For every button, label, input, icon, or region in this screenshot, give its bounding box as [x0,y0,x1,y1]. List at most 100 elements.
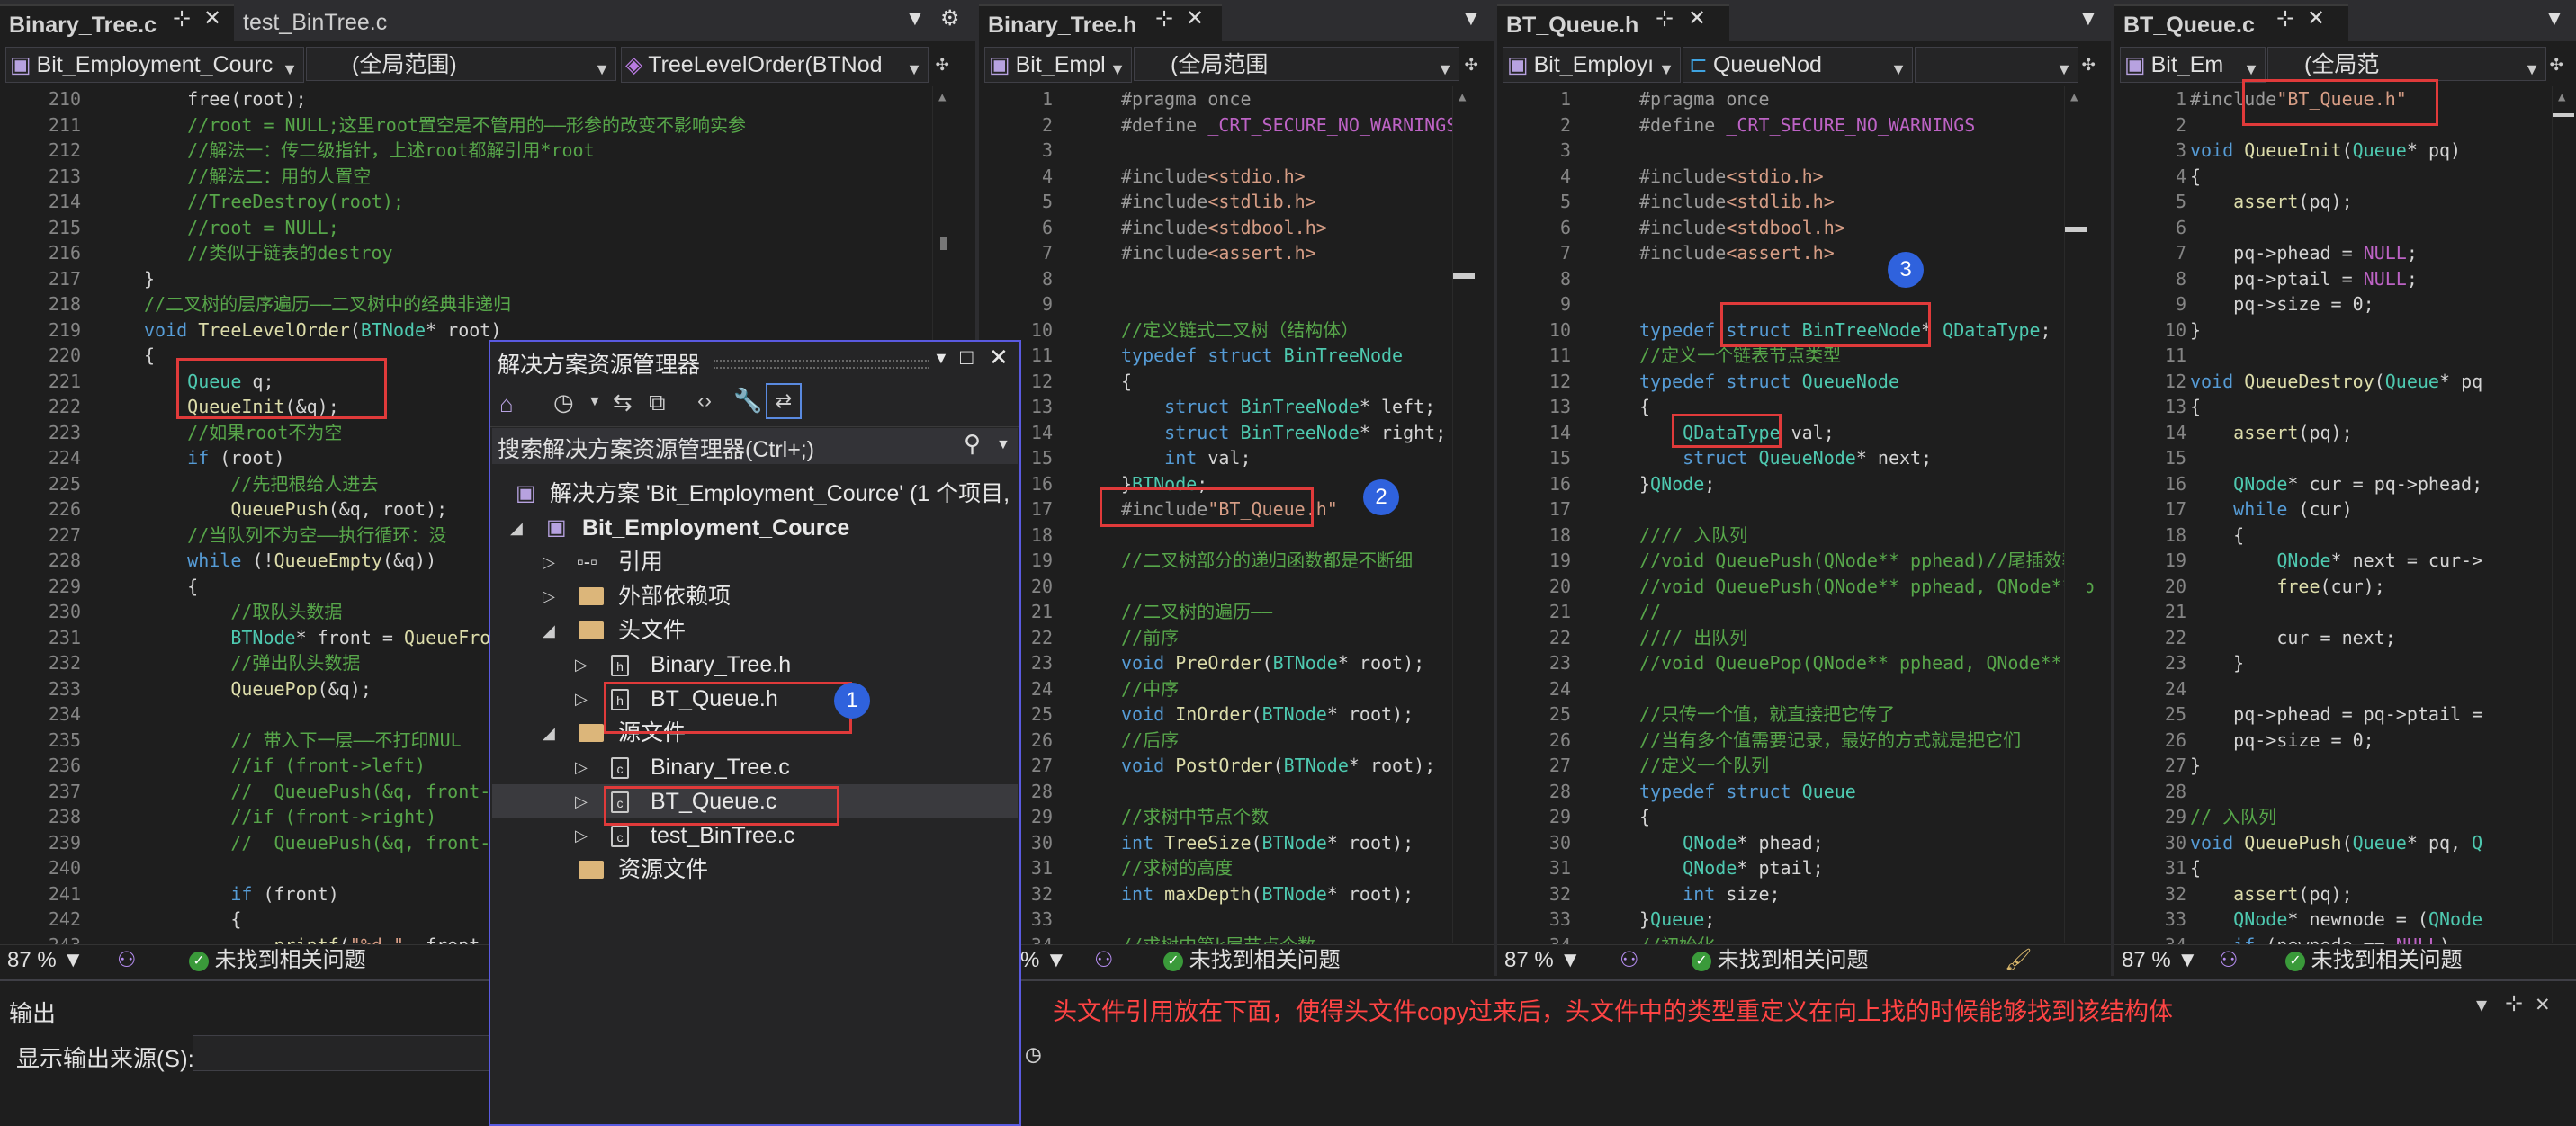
panel-pin-icon[interactable]: ⊹ [2505,990,2523,1015]
project-dropdown[interactable]: ▣ Bit_Empl ▼ [984,47,1132,83]
tree-headers-folder[interactable]: ◢ 头文件 [492,613,1018,648]
scope-dropdown[interactable]: (全局范围 ▼ [1134,47,1459,81]
collapsed-arrow-icon[interactable]: ▷ [575,818,588,853]
code-line[interactable]: //弹出队头数据 [144,650,360,676]
code-line[interactable]: { [1639,394,1650,420]
code-line[interactable]: } [2190,753,2201,779]
code-line[interactable]: if (front) [144,881,338,907]
scope-dropdown[interactable]: (全局范 ▼ [2267,47,2546,81]
code-line[interactable]: //二叉树部分的递归函数都是不断细 [1121,548,1413,574]
code-line[interactable]: //解法二：用的人置空 [144,164,371,190]
code-line[interactable]: } [144,266,155,292]
project-dropdown[interactable]: ▣ Bit_Em ▼ [2120,47,2266,83]
clock-icon[interactable]: ◷ [1026,1039,1041,1068]
code-line[interactable]: free(root); [144,86,306,112]
code-line[interactable]: //root = NULL;这里root置空是不管用的——形参的改变不影响实参 [144,112,746,139]
code-line[interactable]: //取队头数据 [144,599,342,625]
code-line[interactable]: { [1121,369,1132,395]
code-line[interactable]: #include<stdbool.h> [1121,215,1327,241]
code-line[interactable]: void TreeLevelOrder(BTNode* root) [144,317,501,344]
expanded-arrow-icon[interactable]: ◢ [543,716,555,750]
code-line[interactable]: { [2190,164,2201,190]
scroll-up-icon[interactable]: ▲ [2558,90,2565,104]
history-icon[interactable]: ◷ [553,389,574,416]
code-line[interactable]: #include<assert.h> [1639,240,1835,266]
se-maximize-icon[interactable]: □ [960,345,974,371]
code-line[interactable]: QNode* phead; [1639,830,1824,856]
scope-dropdown[interactable]: (全局范围) ▼ [306,47,616,81]
code-line[interactable]: //后序 [1121,728,1179,754]
code-line[interactable]: int size; [1639,881,1780,907]
search-icon[interactable]: ⚲ [964,430,981,458]
code-line[interactable]: //if (front->left) [144,753,426,779]
code-line[interactable]: }Queue; [1639,907,1715,933]
tree-external-deps[interactable]: ▷ 外部依赖项 [492,579,1018,613]
code-line[interactable]: //类似于链表的destroy [144,240,392,266]
code-line[interactable]: //只传一个值，就直接把它传了 [1639,702,1895,728]
code-line[interactable]: #include<stdio.h> [1121,164,1306,190]
code-line[interactable]: // QueuePush(&q, front-> [144,779,501,805]
code-line[interactable]: typedef struct QueueNode [1639,369,1899,395]
zoom-level[interactable]: 87 % ▼ [7,945,84,976]
code-line[interactable]: QNode* newnode = (QNode [2190,907,2482,933]
issues-status[interactable]: ✓ 未找到相关问题 [1692,945,1869,976]
vertical-scrollbar[interactable]: ▲ [2064,86,2087,943]
code-line[interactable]: assert(pq); [2190,189,2352,215]
code-line[interactable]: //if (front->right) [144,804,436,830]
code-line[interactable]: #include<stdio.h> [1639,164,1824,190]
code-line[interactable]: // 入队列 [2190,804,2276,830]
code-line[interactable]: // [1639,599,1661,625]
code-line[interactable]: while (cur) [2190,496,2352,523]
code-line[interactable]: printf("%d ", front-> [144,933,502,945]
tab-binary-tree-c[interactable]: Binary_Tree.c [0,4,234,44]
code-line[interactable]: assert(pq); [2190,881,2352,907]
collapsed-arrow-icon[interactable]: ▷ [575,750,588,784]
zoom-level[interactable]: 87 % ▼ [1504,945,1581,976]
close-icon[interactable]: ✕ [1688,5,1706,31]
tree-project[interactable]: ◢ ▣ Bit_Employment_Cource [492,511,1018,545]
code-line[interactable]: void QueueDestroy(Queue* pq [2190,369,2482,395]
code-line[interactable]: if (root) [144,445,284,471]
code-line[interactable]: BTNode* front = QueueFront [144,625,512,651]
chevron-down-icon[interactable]: ▼ [588,394,602,410]
code-line[interactable]: //定义一个队列 [1639,753,1769,779]
code-line[interactable]: void QueuePush(Queue* pq, Q [2190,830,2482,856]
code-line[interactable]: { [2190,523,2244,549]
tab-test-bintree-c[interactable]: test_BinTree.c [234,4,477,41]
code-line[interactable]: void InOrder(BTNode* root); [1121,702,1414,728]
scroll-up-icon[interactable]: ▲ [2070,90,2078,104]
code-line[interactable]: struct BinTreeNode* left; [1121,394,1435,420]
code-line[interactable]: //// 出队列 [1639,625,1747,651]
tree-references[interactable]: ▷ ▫-▫ 引用 [492,545,1018,579]
close-icon[interactable]: ✕ [1186,5,1204,31]
pin-icon[interactable]: ⊹ [173,5,191,31]
code-line[interactable]: //void QueuePop(QNode** pphead, QNode** … [1639,650,2084,676]
code-line[interactable]: #include<stdbool.h> [1639,215,1845,241]
close-icon[interactable]: ✕ [2307,5,2325,31]
zoom-level[interactable]: 87 % ▼ [2122,945,2198,976]
collapsed-arrow-icon[interactable]: ▷ [543,545,555,579]
preview-icon[interactable]: ⇄ [766,383,802,419]
code-line[interactable]: #pragma once [1121,86,1252,112]
code-line[interactable]: #include<stdlib.h> [1121,189,1316,215]
split-icon[interactable]: ✣ [2082,50,2095,76]
vertical-scrollbar[interactable]: ▲ [1452,86,1475,943]
code-line[interactable]: pq->phead = NULL; [2190,240,2418,266]
code-line[interactable]: QueuePop(&q); [144,676,372,702]
tree-file-binary-tree-c[interactable]: ▷ c Binary_Tree.c [492,750,1018,784]
code-line[interactable]: pq->phead = pq->ptail = [2190,702,2482,728]
code-line[interactable]: if (newnode == NULL) [2190,933,2450,945]
code-line[interactable]: typedef struct BinTreeNode [1121,343,1403,369]
issues-status[interactable]: ✓ 未找到相关问题 [1163,945,1341,976]
code-line[interactable]: }QNode; [1639,471,1715,497]
code-line[interactable]: pq->ptail = NULL; [2190,266,2418,292]
se-close-icon[interactable]: ✕ [989,344,1009,371]
code-line[interactable]: #pragma once [1639,86,1770,112]
code-line[interactable]: //二叉树的遍历—— [1121,599,1272,625]
code-line[interactable]: //void QueuePush(QNode** pphead, QNode**… [1639,574,2095,600]
se-search-box[interactable]: 搜索解决方案资源管理器(Ctrl+;) ⚲ ▼ [492,428,1018,464]
scroll-thumb[interactable] [1453,273,1475,279]
code-line[interactable]: int val; [1121,445,1251,471]
code-line[interactable]: int TreeSize(BTNode* root); [1121,830,1414,856]
code-line[interactable]: struct QueueNode* next; [1639,445,1932,471]
